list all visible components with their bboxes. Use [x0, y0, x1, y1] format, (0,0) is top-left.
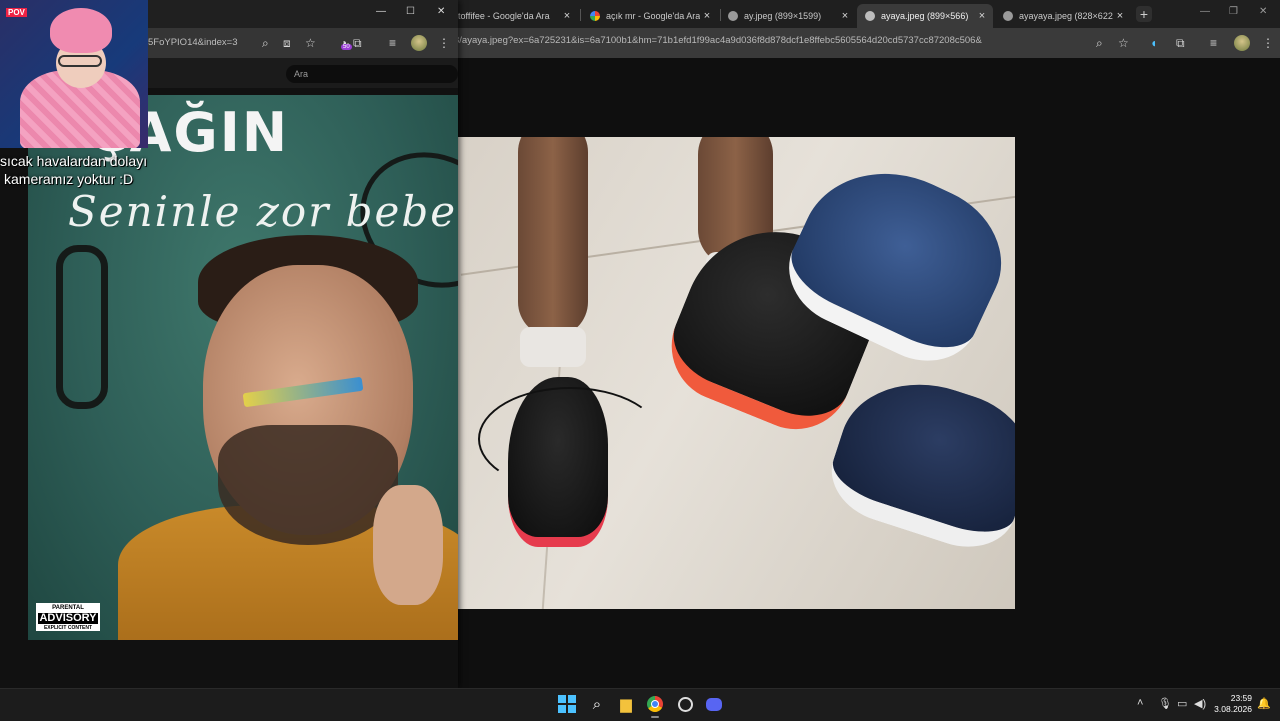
- globe-icon: [865, 11, 875, 21]
- system-clock[interactable]: 23:59 3.08.2026: [1208, 693, 1252, 715]
- file-explorer-icon[interactable]: ▆: [616, 694, 636, 714]
- left-leg: [518, 137, 588, 337]
- network-icon[interactable]: ▭: [1177, 697, 1187, 710]
- close-icon[interactable]: ×: [700, 10, 714, 22]
- chevron-up-icon[interactable]: ˄: [1137, 697, 1143, 709]
- webcam-tag: POV: [6, 8, 27, 17]
- extensions-icon[interactable]: ⧉: [1176, 36, 1185, 50]
- bookmark-star-icon[interactable]: ☆: [305, 36, 316, 50]
- close-window-icon[interactable]: ✕: [437, 6, 445, 17]
- left-sock: [520, 327, 586, 367]
- maximize-icon[interactable]: ☐: [406, 6, 415, 17]
- find-input[interactable]: Ara: [286, 65, 458, 83]
- pink-beanie: [50, 8, 112, 53]
- clock-time: 23:59: [1230, 693, 1252, 703]
- menu-icon[interactable]: ⋮: [438, 36, 450, 50]
- zoom-icon[interactable]: ⌕: [1096, 36, 1103, 50]
- tab-label: ay.jpeg (899×1599): [744, 11, 822, 21]
- advisory-line2: ADVISORY: [38, 612, 98, 624]
- chrome-icon[interactable]: [645, 694, 665, 714]
- minimize-icon[interactable]: —: [1200, 6, 1210, 17]
- shoes-photo: [458, 137, 1015, 609]
- tab-label: toffifee - Google'da Ara: [458, 11, 550, 21]
- menu-icon[interactable]: ⋮: [1262, 36, 1274, 50]
- webcam-overlay: POV: [0, 0, 148, 148]
- telephone-handset: [56, 245, 108, 409]
- album-song-title: Seninle zor bebe: [68, 187, 458, 236]
- extension-badge: 50: [341, 44, 352, 50]
- address-bar-url[interactable]: 5FoYPIO14&index=3: [148, 37, 238, 48]
- advisory-line3: EXPLICIT CONTENT: [43, 625, 93, 631]
- profile-avatar[interactable]: [411, 35, 427, 51]
- tab-label: ayaya.jpeg (899×566): [881, 11, 969, 21]
- search-icon[interactable]: ⌕: [587, 694, 607, 714]
- minimize-icon[interactable]: —: [376, 6, 386, 17]
- zoom-icon[interactable]: ⌕: [262, 36, 269, 50]
- close-icon[interactable]: ×: [1113, 10, 1127, 22]
- install-app-icon[interactable]: ⧈: [283, 36, 291, 50]
- close-icon[interactable]: ×: [975, 10, 989, 22]
- volume-icon[interactable]: ◀): [1194, 697, 1206, 710]
- restore-icon[interactable]: ❐: [1229, 6, 1238, 17]
- tab-ay-jpeg[interactable]: ay.jpeg (899×1599) ×: [720, 4, 856, 28]
- tab-separator: [580, 9, 581, 21]
- address-bar-url[interactable]: 8/ayaya.jpeg?ex=6a725231&is=6a7100b1&hm=…: [454, 35, 982, 46]
- globe-icon: [728, 11, 738, 21]
- taskbar: [0, 688, 1280, 721]
- stream-caption-line2: kameramız yoktur :D: [4, 171, 134, 187]
- extensions-icon[interactable]: ⧉: [353, 36, 362, 50]
- beard: [218, 425, 398, 545]
- tab-ayayaya-jpeg[interactable]: ayayaya.jpeg (828×622) ×: [995, 4, 1131, 28]
- read-aloud-icon[interactable]: ◖: [1150, 36, 1157, 50]
- clock-date: 3.08.2026: [1214, 704, 1252, 714]
- glasses: [58, 55, 102, 67]
- tab-acik-mr[interactable]: açık mr - Google'da Ara ×: [582, 4, 718, 28]
- stream-caption-line1: sıcak havalardan dolayı: [0, 153, 148, 169]
- obs-icon[interactable]: [675, 694, 695, 714]
- windows-start-icon[interactable]: [557, 694, 577, 714]
- discord-icon[interactable]: [704, 694, 724, 714]
- blue-shoe-front: [819, 361, 1015, 561]
- google-icon: [590, 11, 600, 21]
- close-icon[interactable]: ×: [838, 10, 852, 22]
- media-control-icon[interactable]: ≡: [1210, 36, 1217, 50]
- tab-label: açık mr - Google'da Ara: [606, 11, 700, 21]
- tab-ayaya-jpeg[interactable]: ayaya.jpeg (899×566) ×: [857, 4, 993, 28]
- parental-advisory-logo: PARENTAL ADVISORY EXPLICIT CONTENT: [36, 603, 100, 631]
- close-icon[interactable]: ×: [560, 10, 574, 22]
- shoelace: [478, 387, 662, 491]
- advisory-line1: PARENTAL: [52, 605, 84, 611]
- tab-label: ayayaya.jpeg (828×622): [1019, 11, 1113, 21]
- bookmark-star-icon[interactable]: ☆: [1118, 36, 1129, 50]
- tab-toffifee[interactable]: toffifee - Google'da Ara ×: [458, 4, 578, 28]
- new-tab-button[interactable]: +: [1136, 6, 1152, 22]
- profile-avatar[interactable]: [1234, 35, 1250, 51]
- globe-icon: [1003, 11, 1013, 21]
- media-control-icon[interactable]: ≡: [389, 36, 396, 50]
- notification-icon[interactable]: 🔔: [1257, 697, 1271, 710]
- hand: [373, 485, 443, 605]
- microphone-icon[interactable]: 🎙: [1158, 697, 1172, 710]
- close-window-icon[interactable]: ✕: [1259, 6, 1267, 17]
- running-indicator: [651, 716, 659, 718]
